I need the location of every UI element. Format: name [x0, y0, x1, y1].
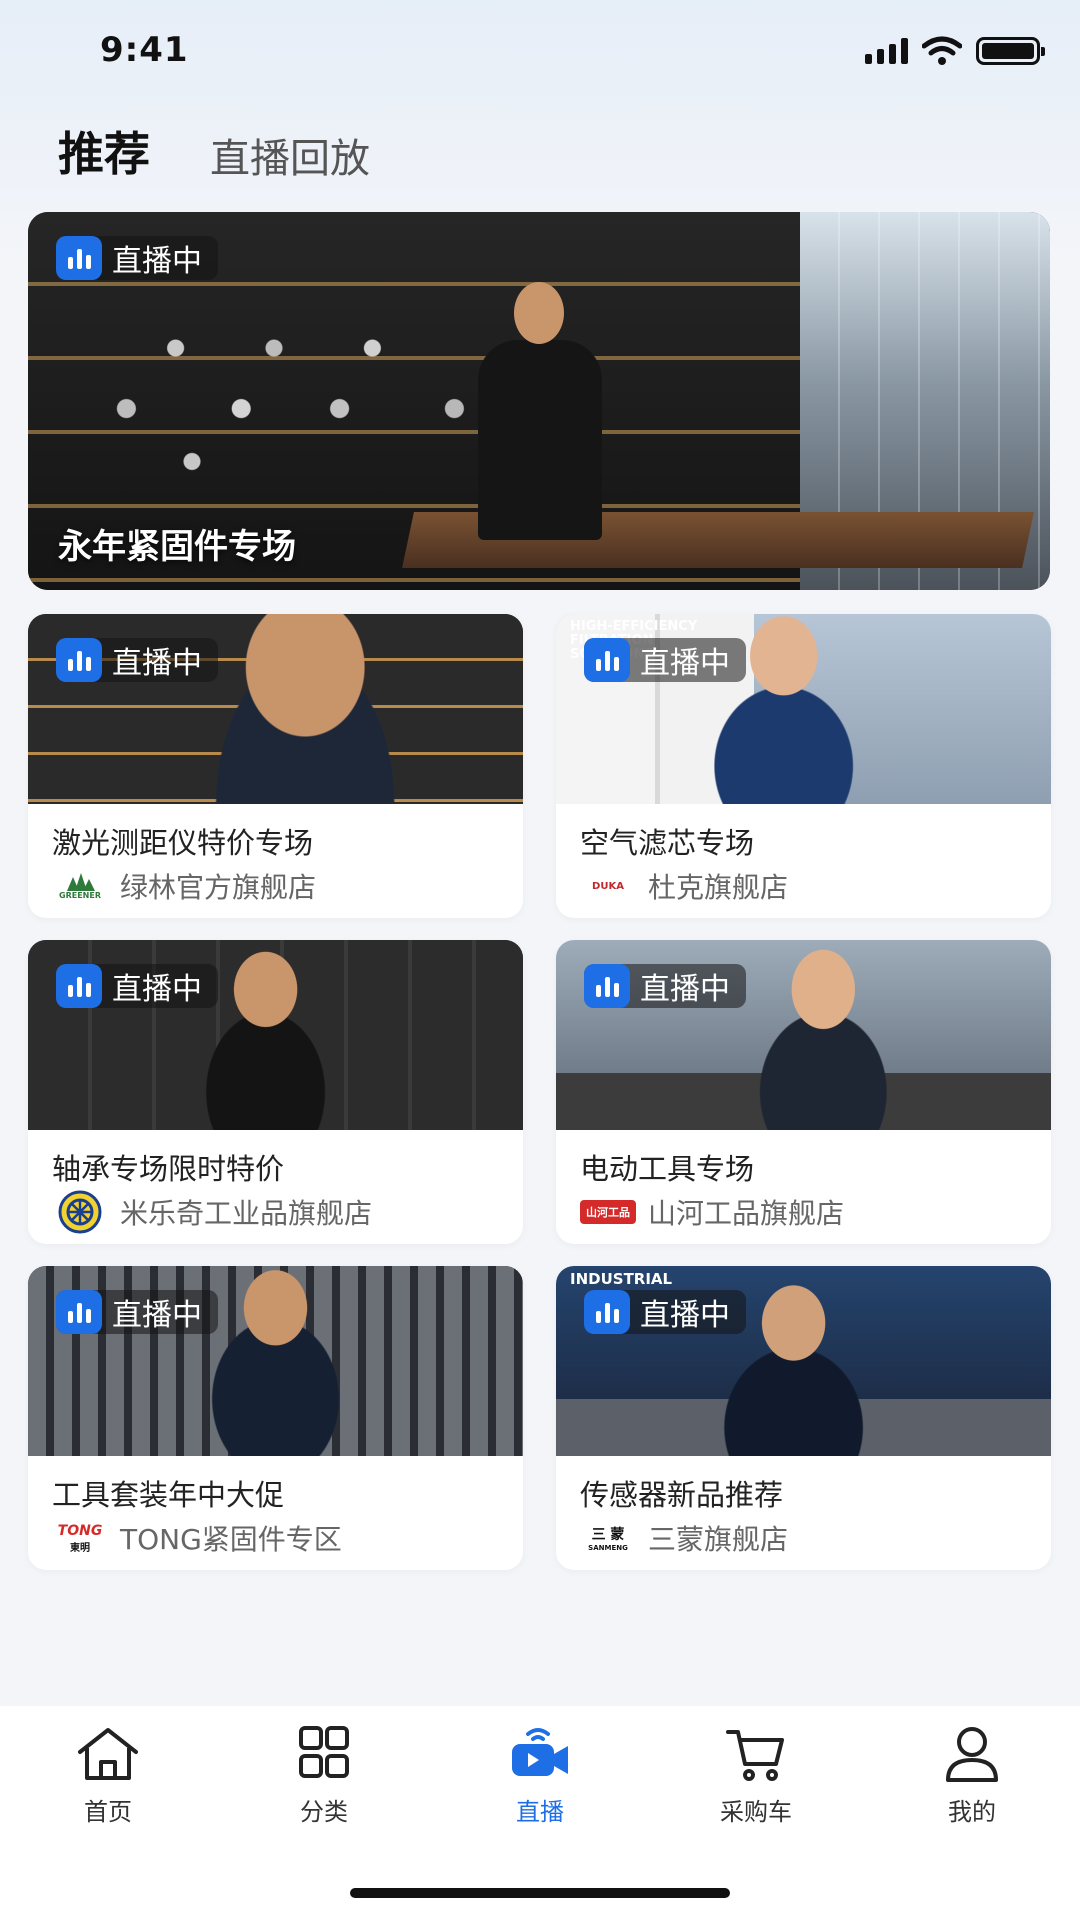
live-badge-text: 直播中	[640, 972, 730, 1007]
host-figure	[478, 282, 602, 540]
live-bars-icon	[56, 1290, 102, 1334]
live-card[interactable]: 直播中 工具套装年中大促 TONG 東明 TONG紧固件专区	[28, 1266, 523, 1570]
tab-label: 直播回放	[210, 136, 370, 182]
live-badge: 直播中	[56, 1290, 218, 1334]
live-bars-icon	[56, 964, 102, 1008]
nav-label: 我的	[948, 1798, 996, 1826]
live-badge: 直播中	[56, 236, 218, 280]
nav-label: 首页	[84, 1798, 132, 1826]
nav-cart[interactable]: 采购车	[676, 1724, 836, 1827]
live-badge-text: 直播中	[112, 646, 202, 681]
live-card[interactable]: HIGH-EFFICIENCY FILTRATION SOLUTIONS 直播中…	[556, 614, 1051, 918]
status-time: 9:41	[100, 30, 189, 70]
wifi-icon	[922, 36, 962, 65]
shop-row[interactable]: DUKA 杜克旗舰店	[580, 866, 788, 906]
hero-live-card[interactable]: 直播中 永年紧固件专场	[28, 212, 1050, 590]
home-indicator[interactable]	[350, 1888, 730, 1898]
hero-title: 永年紧固件专场	[58, 527, 296, 567]
shop-name: 杜克旗舰店	[648, 871, 789, 904]
nav-home[interactable]: 首页	[28, 1724, 188, 1827]
cart-icon	[726, 1730, 784, 1781]
live-badge-text: 直播中	[112, 972, 202, 1007]
shop-row[interactable]: 山河工品 山河工品旗舰店	[580, 1192, 844, 1232]
live-camera-icon	[512, 1728, 568, 1776]
image-caption: INDUSTRIAL	[570, 1270, 673, 1288]
shop-name: TONG紧固件专区	[120, 1523, 342, 1556]
live-bars-icon	[56, 638, 102, 682]
live-badge: 直播中	[584, 964, 746, 1008]
nav-profile[interactable]: 我的	[892, 1724, 1052, 1827]
live-bars-icon	[584, 964, 630, 1008]
shop-row[interactable]: 三 蒙 SANMENG 三蒙旗舰店	[580, 1518, 788, 1558]
live-card-title: 传感器新品推荐	[580, 1478, 784, 1512]
live-bars-icon	[56, 236, 102, 280]
tab-replay[interactable]: 直播回放	[210, 126, 370, 184]
cellular-signal-icon	[865, 38, 908, 64]
live-card-title: 激光测距仪特价专场	[52, 826, 314, 860]
live-bars-icon	[584, 1290, 630, 1334]
live-card-title: 空气滤芯专场	[580, 826, 755, 860]
shop-logo: GREENER	[52, 869, 108, 903]
shop-name: 三蒙旗舰店	[648, 1523, 789, 1556]
shop-row[interactable]: 米乐奇工业品旗舰店	[52, 1190, 373, 1234]
live-card-title: 电动工具专场	[580, 1152, 755, 1186]
grid-icon	[299, 1726, 349, 1778]
nav-label: 采购车	[720, 1798, 792, 1826]
live-badge-text: 直播中	[640, 646, 730, 681]
live-card[interactable]: 直播中 激光测距仪特价专场 GREENER 绿林官方旗舰店	[28, 614, 523, 918]
status-icons	[865, 36, 1045, 66]
shop-row[interactable]: TONG 東明 TONG紧固件专区	[52, 1518, 342, 1558]
battery-icon	[976, 37, 1045, 65]
live-badge-text: 直播中	[112, 1298, 202, 1333]
shop-logo: 三 蒙 SANMENG	[588, 1527, 628, 1552]
live-card[interactable]: 直播中 轴承专场限时特价 米乐奇工业品旗舰店	[28, 940, 523, 1244]
shop-logo: DUKA	[592, 880, 624, 892]
live-card[interactable]: INDUSTRIAL 直播中 传感器新品推荐 三 蒙 SANMENG 三蒙旗舰店	[556, 1266, 1051, 1570]
nav-live[interactable]: 直播	[460, 1724, 620, 1827]
live-card[interactable]: 直播中 电动工具专场 山河工品 山河工品旗舰店	[556, 940, 1051, 1244]
tab-recommend[interactable]: 推荐	[58, 118, 150, 224]
shop-logo	[52, 1190, 108, 1234]
shop-row[interactable]: GREENER 绿林官方旗舰店	[52, 866, 316, 906]
live-badge: 直播中	[584, 1290, 746, 1334]
shop-logo: TONG 東明	[57, 1522, 103, 1554]
top-tabs: 推荐 直播回放	[58, 118, 370, 224]
live-bars-icon	[584, 638, 630, 682]
shop-name: 绿林官方旗舰店	[120, 871, 317, 904]
live-badge-text: 直播中	[640, 1298, 730, 1333]
live-badge: 直播中	[584, 638, 746, 682]
nav-label: 分类	[300, 1798, 348, 1826]
shop-name: 山河工品旗舰店	[648, 1197, 845, 1230]
user-icon	[946, 1727, 998, 1782]
home-icon	[78, 1728, 138, 1780]
live-card-title: 轴承专场限时特价	[52, 1152, 285, 1186]
tab-label: 推荐	[58, 127, 150, 181]
live-card-title: 工具套装年中大促	[52, 1478, 285, 1512]
nav-label: 直播	[516, 1798, 564, 1826]
shop-name: 米乐奇工业品旗舰店	[120, 1197, 373, 1230]
status-bar: 9:41	[0, 0, 1080, 100]
nav-category[interactable]: 分类	[244, 1724, 404, 1827]
live-badge: 直播中	[56, 964, 218, 1008]
live-badge-text: 直播中	[112, 244, 202, 279]
shop-logo: 山河工品	[580, 1200, 636, 1224]
live-badge: 直播中	[56, 638, 218, 682]
